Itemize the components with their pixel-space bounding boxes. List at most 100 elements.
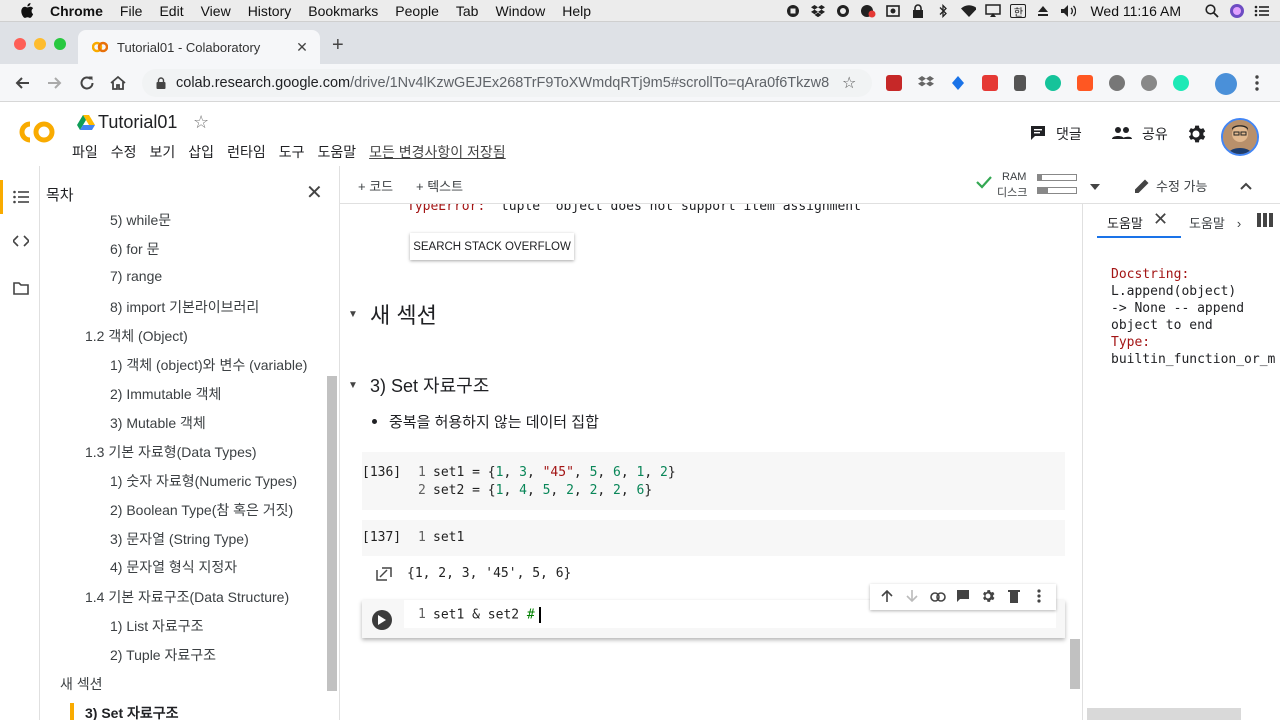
ram-meter[interactable]: [1037, 174, 1077, 181]
spotlight-icon[interactable]: [1204, 4, 1220, 18]
window-close-button[interactable]: [14, 38, 26, 50]
collapse-triangle-icon[interactable]: ▼: [348, 380, 360, 391]
user-avatar[interactable]: [1221, 118, 1259, 156]
profile-icon[interactable]: [1215, 73, 1237, 95]
tab-close-icon[interactable]: ✕: [294, 39, 310, 56]
extension-shield-icon[interactable]: [950, 75, 966, 91]
disk-meter[interactable]: [1037, 187, 1077, 194]
new-tab-icon[interactable]: +: [332, 34, 344, 57]
extension-circle-icon[interactable]: [1141, 75, 1157, 91]
move-up-icon[interactable]: [878, 589, 896, 605]
resources-dropdown-icon[interactable]: [1090, 178, 1100, 193]
grammarly-icon[interactable]: [1045, 75, 1061, 91]
toc-item-active[interactable]: 3) Set 자료구조: [85, 703, 179, 720]
save-status-link[interactable]: 모든 변경사항이 저장됨: [369, 142, 506, 162]
toc-item[interactable]: 2) Immutable 객체: [110, 384, 221, 404]
siri-icon[interactable]: [1229, 4, 1245, 18]
wifi-icon[interactable]: [960, 4, 977, 18]
toc-item[interactable]: 4) 문자열 형식 지정자: [110, 557, 237, 577]
screenshot-icon[interactable]: [885, 4, 901, 18]
menu-tab[interactable]: Tab: [456, 3, 479, 19]
toc-close-icon[interactable]: ✕: [306, 180, 323, 205]
extension-m-icon[interactable]: [1173, 75, 1189, 91]
extension-dropbox-icon[interactable]: [918, 75, 934, 91]
toc-item[interactable]: 2) Tuple 자료구조: [110, 645, 216, 665]
move-down-icon[interactable]: [903, 589, 921, 605]
column-view-icon[interactable]: [1257, 213, 1273, 230]
colab-logo-icon[interactable]: [16, 118, 58, 149]
extension-bar-icon[interactable]: [1014, 75, 1026, 91]
reload-icon[interactable]: [77, 73, 97, 93]
toc-item[interactable]: 2) Boolean Type(참 혹은 거짓): [110, 500, 293, 520]
dropbox-icon[interactable]: [810, 4, 826, 18]
toc-item[interactable]: 7) range: [110, 268, 162, 284]
menu-history[interactable]: History: [248, 3, 292, 19]
lock-icon[interactable]: [156, 77, 166, 89]
record-icon[interactable]: [860, 4, 876, 18]
more-options-icon[interactable]: [1030, 588, 1048, 606]
toc-item[interactable]: 1.3 기본 자료형(Data Types): [85, 442, 257, 462]
toc-item[interactable]: 5) while문: [110, 210, 171, 230]
airplay-icon[interactable]: [985, 4, 1002, 18]
extension-ex-icon[interactable]: [1077, 75, 1093, 91]
delete-cell-icon[interactable]: [1005, 589, 1023, 606]
menu-file-ko[interactable]: 파일: [72, 142, 98, 162]
menu-bookmarks[interactable]: Bookmarks: [308, 3, 378, 19]
menu-insert-ko[interactable]: 삽입: [188, 142, 214, 162]
toc-item[interactable]: 3) Mutable 객체: [110, 413, 206, 433]
toc-item[interactable]: 1.4 기본 자료구조(Data Structure): [85, 587, 289, 607]
bluetooth-icon[interactable]: [935, 4, 951, 18]
notebook-title[interactable]: Tutorial01: [98, 112, 177, 133]
home-icon[interactable]: [108, 73, 128, 93]
help-tab-second[interactable]: 도움말 ›: [1189, 213, 1241, 232]
toc-item[interactable]: 1) 객체 (object)와 변수 (variable): [110, 355, 307, 375]
extension-red-icon[interactable]: [886, 75, 902, 91]
notification-center-icon[interactable]: [1254, 4, 1270, 18]
menu-view[interactable]: View: [201, 3, 231, 19]
browser-tab[interactable]: Tutorial01 - Colaboratory ✕: [78, 30, 320, 64]
code-snippets-icon[interactable]: [10, 230, 32, 252]
toc-icon[interactable]: [10, 186, 32, 208]
toc-item[interactable]: 1) List 자료구조: [110, 616, 204, 636]
bookmark-star-icon[interactable]: ☆: [842, 73, 862, 93]
output-icon[interactable]: [376, 567, 392, 584]
files-folder-icon[interactable]: [10, 277, 32, 299]
cell-settings-icon[interactable]: [979, 589, 997, 606]
window-minimize-button[interactable]: [34, 38, 46, 50]
input-source-icon[interactable]: 한: [1010, 4, 1027, 19]
menu-people[interactable]: People: [395, 3, 439, 19]
drive-icon[interactable]: [77, 115, 95, 134]
chevron-right-icon[interactable]: ›: [1237, 216, 1241, 231]
link-icon[interactable]: [929, 590, 947, 605]
chrome-menu-icon[interactable]: [1247, 73, 1267, 93]
add-code-button[interactable]: + 코드: [358, 176, 393, 195]
menu-clock[interactable]: Wed 11:16 AM: [1090, 3, 1181, 19]
collapse-triangle-icon[interactable]: ▼: [348, 309, 360, 320]
menu-view-ko[interactable]: 보기: [150, 142, 176, 162]
menu-help-ko[interactable]: 도움말: [317, 142, 356, 162]
stop-icon[interactable]: [785, 4, 801, 18]
help-tab-active[interactable]: 도움말: [1107, 213, 1143, 232]
sync-icon[interactable]: [835, 4, 851, 18]
subsection-heading[interactable]: ▼ 3) Set 자료구조: [348, 372, 489, 398]
collapse-header-icon[interactable]: [1240, 178, 1252, 193]
toc-item[interactable]: 6) for 문: [110, 239, 159, 259]
menu-edit-ko[interactable]: 수정: [111, 142, 137, 162]
toc-item[interactable]: 1) 숫자 자료형(Numeric Types): [110, 471, 297, 491]
edit-mode-button[interactable]: 수정 가능: [1134, 176, 1207, 195]
extension-bulb-icon[interactable]: [1109, 75, 1125, 91]
toc-item[interactable]: 3) 문자열 (String Type): [110, 529, 249, 549]
help-horizontal-scrollbar[interactable]: [1087, 708, 1241, 720]
toc-item[interactable]: 새 섹션: [60, 674, 103, 694]
add-text-button[interactable]: + 텍스트: [416, 176, 463, 195]
forward-icon[interactable]: [45, 73, 65, 93]
help-tab-close-icon[interactable]: ✕: [1153, 209, 1168, 230]
code-cell[interactable]: [137] 1 set1: [362, 520, 1065, 556]
menu-tools-ko[interactable]: 도구: [279, 142, 305, 162]
menu-window[interactable]: Window: [495, 3, 545, 19]
eject-icon[interactable]: [1035, 4, 1051, 18]
run-cell-button[interactable]: [372, 610, 392, 630]
search-stack-overflow-button[interactable]: SEARCH STACK OVERFLOW: [410, 233, 574, 260]
address-bar[interactable]: colab.research.google.com/drive/1Nv4lKzw…: [142, 69, 872, 97]
share-button[interactable]: 공유: [1112, 124, 1168, 144]
